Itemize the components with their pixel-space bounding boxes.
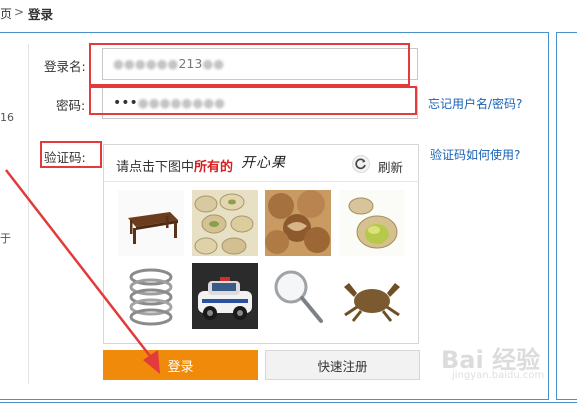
watermark-subtext: jingyan.baidu.com bbox=[452, 370, 545, 381]
